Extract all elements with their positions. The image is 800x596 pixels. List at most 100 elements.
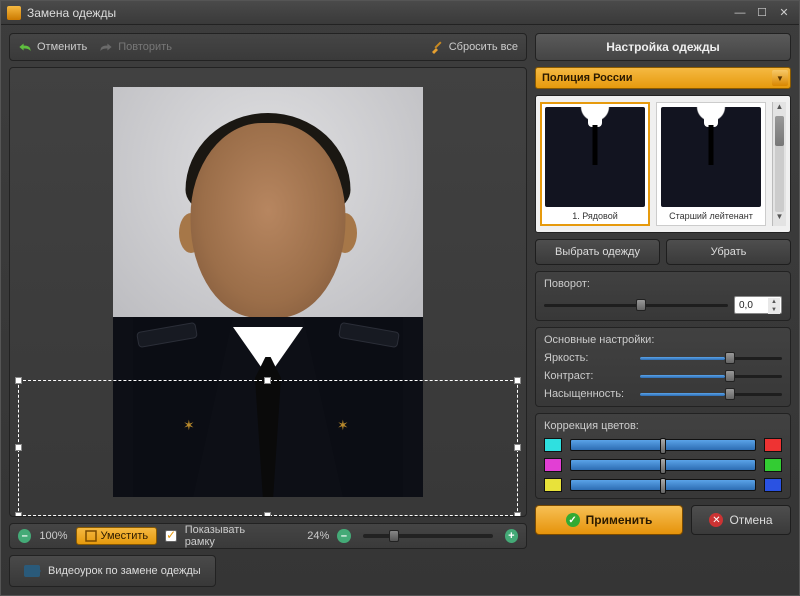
category-value: Полиция России (542, 72, 633, 84)
apply-label: Применить (586, 513, 653, 527)
video-lesson-button[interactable]: Видеоурок по замене одежды (9, 555, 216, 587)
swatch-blue (764, 478, 782, 492)
clothing-gallery: 1. Рядовой Старший лейтенант ▲ ▼ (535, 95, 791, 233)
handle-ml[interactable] (15, 444, 22, 451)
brightness-slider[interactable] (640, 352, 782, 364)
rotation-thumb[interactable] (636, 299, 646, 311)
zoom-right-pct: 24% (307, 530, 329, 542)
magenta-green-slider[interactable] (570, 459, 756, 471)
saturation-slider[interactable] (640, 388, 782, 400)
minimize-button[interactable]: — (731, 6, 749, 20)
rotation-group: Поворот: 0,0 ▲▼ (535, 271, 791, 321)
rotation-input[interactable]: 0,0 ▲▼ (734, 296, 782, 314)
handle-bl[interactable] (15, 512, 22, 517)
footer-buttons: ✓ Применить ✕ Отмена (535, 505, 791, 535)
basic-group: Основные настройки: Яркость: Контраст: Н… (535, 327, 791, 407)
brightness-thumb[interactable] (725, 352, 735, 364)
swatch-cyan (544, 438, 562, 452)
spin-up-icon[interactable]: ▲ (768, 298, 780, 306)
zoom-out-button[interactable]: – (337, 529, 350, 543)
panel-title: Настройка одежды (535, 33, 791, 61)
thumb-1[interactable]: 1. Рядовой (540, 102, 650, 226)
right-panel: Настройка одежды Полиция России ▼ 1. Ряд… (535, 33, 791, 587)
handle-bm[interactable] (264, 512, 271, 517)
titlebar: Замена одежды — ☐ ✕ (1, 1, 799, 25)
zoom-out-left-button[interactable]: – (18, 529, 31, 543)
rotation-label: Поворот: (544, 278, 782, 290)
scrollbar-thumb[interactable] (775, 116, 784, 146)
app-window: Замена одежды — ☐ ✕ Отменить Повторить С… (0, 0, 800, 596)
window-title: Замена одежды (27, 6, 727, 20)
magenta-green-thumb[interactable] (660, 458, 666, 474)
zoom-in-button[interactable]: + (505, 529, 518, 543)
thumb-1-caption: 1. Рядовой (572, 211, 618, 221)
redo-icon (99, 42, 113, 52)
yellow-blue-slider[interactable] (570, 479, 756, 491)
chevron-down-icon: ▼ (772, 70, 788, 86)
thumb-2-caption: Старший лейтенант (669, 211, 753, 221)
handle-br[interactable] (514, 512, 521, 517)
zoom-left-pct: 100% (39, 530, 67, 542)
broom-icon (430, 40, 444, 54)
thumb-2-image (661, 107, 761, 207)
canvas[interactable] (9, 67, 527, 517)
category-dropdown[interactable]: Полиция России ▼ (535, 67, 791, 89)
contrast-slider[interactable] (640, 370, 782, 382)
undo-button[interactable]: Отменить (18, 41, 87, 53)
content: Отменить Повторить Сбросить все (1, 25, 799, 595)
choose-clothing-label: Выбрать одежду (555, 246, 640, 258)
fit-label: Уместить (101, 530, 149, 542)
close-button[interactable]: ✕ (775, 6, 793, 20)
contrast-thumb[interactable] (725, 370, 735, 382)
thumb-2[interactable]: Старший лейтенант (656, 102, 766, 226)
left-column: Отменить Повторить Сбросить все (9, 33, 527, 587)
show-frame-label: Показывать рамку (185, 524, 274, 548)
saturation-thumb[interactable] (725, 388, 735, 400)
camera-icon (24, 565, 40, 577)
remove-clothing-button[interactable]: Убрать (666, 239, 791, 265)
edit-toolbar: Отменить Повторить Сбросить все (9, 33, 527, 61)
saturation-label: Насыщенность: (544, 388, 634, 400)
basic-label: Основные настройки: (544, 334, 782, 346)
handle-tr[interactable] (514, 377, 521, 384)
check-icon: ✓ (566, 513, 580, 527)
reset-all-button[interactable]: Сбросить все (430, 40, 518, 54)
yellow-blue-thumb[interactable] (660, 478, 666, 494)
brightness-label: Яркость: (544, 352, 634, 364)
handle-mr[interactable] (514, 444, 521, 451)
cancel-label: Отмена (729, 513, 772, 527)
app-icon (7, 6, 21, 20)
scroll-down-icon[interactable]: ▼ (773, 212, 786, 226)
remove-clothing-label: Убрать (711, 246, 747, 258)
undo-label: Отменить (37, 41, 87, 53)
close-icon: ✕ (709, 513, 723, 527)
swatch-magenta (544, 458, 562, 472)
contrast-label: Контраст: (544, 370, 634, 382)
handle-tm[interactable] (264, 377, 271, 384)
show-frame-checkbox[interactable] (165, 530, 177, 542)
cyan-red-thumb[interactable] (660, 438, 666, 454)
cancel-button[interactable]: ✕ Отмена (691, 505, 791, 535)
gallery-scrollbar[interactable]: ▲ ▼ (772, 102, 786, 226)
redo-button[interactable]: Повторить (99, 41, 172, 53)
choose-clothing-button[interactable]: Выбрать одежду (535, 239, 660, 265)
zoom-slider-thumb[interactable] (389, 530, 399, 542)
rotation-slider[interactable] (544, 299, 728, 311)
swatch-red (764, 438, 782, 452)
redo-label: Повторить (118, 41, 172, 53)
swatch-yellow (544, 478, 562, 492)
fit-button[interactable]: Уместить (76, 527, 158, 545)
zoom-bar: – 100% Уместить Показывать рамку 24% – + (9, 523, 527, 549)
color-corr-label: Коррекция цветов: (544, 420, 782, 432)
reset-all-label: Сбросить все (449, 41, 518, 53)
apply-button[interactable]: ✓ Применить (535, 505, 683, 535)
spin-down-icon[interactable]: ▼ (768, 306, 780, 314)
fit-icon (85, 530, 97, 542)
maximize-button[interactable]: ☐ (753, 6, 771, 20)
handle-tl[interactable] (15, 377, 22, 384)
selection-frame[interactable] (18, 380, 518, 516)
cyan-red-slider[interactable] (570, 439, 756, 451)
zoom-slider[interactable] (363, 534, 493, 538)
rotation-value: 0,0 (739, 300, 753, 311)
scroll-up-icon[interactable]: ▲ (773, 102, 786, 116)
